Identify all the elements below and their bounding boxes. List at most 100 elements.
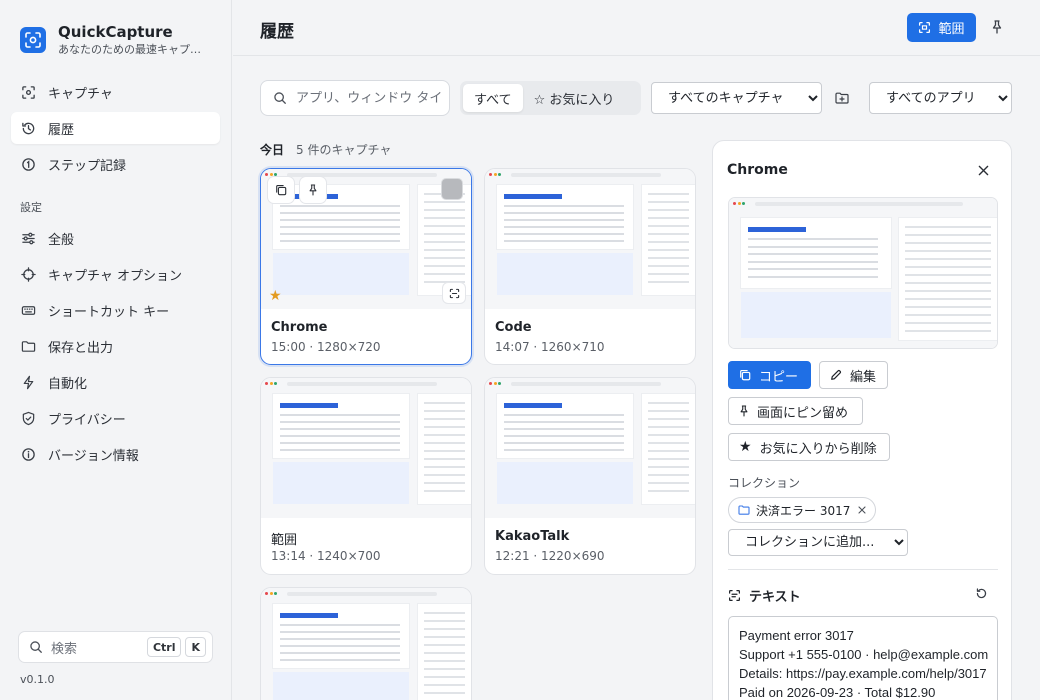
- capture-count: 5 件のキャプチャ: [296, 143, 392, 157]
- folder-plus-icon: [835, 92, 849, 104]
- range-button-label: 範囲: [938, 22, 965, 37]
- app-logo-icon: [20, 27, 46, 53]
- copy-label: コピー: [759, 369, 799, 385]
- select-checkbox[interactable]: [441, 178, 463, 200]
- refresh-text-button[interactable]: [973, 585, 989, 601]
- main-nav: キャプチャ 履歴 ステップ記録: [11, 76, 220, 184]
- nav-label: バージョン情報: [48, 448, 139, 464]
- capture-meta: 15:00 · 1280×720: [271, 340, 381, 354]
- edit-label: 編集: [850, 369, 877, 385]
- nav-label: ステップ記録: [48, 158, 127, 174]
- edit-button[interactable]: 編集: [819, 361, 888, 389]
- settings-section-label: 設定: [20, 201, 42, 214]
- crosshair-icon: [20, 266, 36, 282]
- pin-to-screen-button[interactable]: 画面にピン留め: [728, 397, 863, 425]
- capture-card[interactable]: Code 14:07 · 1260×710: [484, 168, 696, 365]
- version-label: v0.1.0: [20, 673, 55, 686]
- screenshot-preview: [485, 169, 695, 309]
- history-icon: [20, 120, 36, 136]
- nav-item-capture[interactable]: キャプチャ: [11, 76, 220, 108]
- nav-item-history[interactable]: 履歴: [11, 112, 220, 144]
- nav-item-privacy[interactable]: プライバシー: [11, 402, 220, 434]
- close-icon: [978, 165, 989, 176]
- sidebar-search[interactable]: 検索 Ctrl K: [18, 631, 213, 663]
- history-search-input[interactable]: [296, 90, 446, 106]
- nav-item-save-output[interactable]: 保存と出力: [11, 330, 220, 362]
- copy-button[interactable]: コピー: [728, 361, 811, 389]
- extracted-text-area[interactable]: Payment error 3017 Support +1 555-0100 ·…: [728, 616, 998, 700]
- capture-card[interactable]: ★ Chrome 15:00 · 1280×720: [260, 168, 472, 365]
- screenshot-preview: [261, 378, 471, 518]
- sidebar: QuickCapture あなたのための最速キャプ… キャプチャ 履歴 ステップ…: [0, 0, 232, 700]
- capture-card[interactable]: 範囲 13:14 · 1240×700: [260, 377, 472, 575]
- pin-button[interactable]: [300, 177, 326, 203]
- pin-icon: [991, 20, 1003, 34]
- capture-thumbnail: [261, 588, 471, 700]
- search-icon: [29, 640, 43, 654]
- pin-label: 画面にピン留め: [757, 405, 849, 421]
- favorites-filter: すべて ☆ お気に入り: [460, 81, 641, 115]
- capture-title: Code: [495, 320, 532, 335]
- nav-label: 履歴: [48, 122, 75, 138]
- nav-item-general[interactable]: 全般: [11, 222, 220, 254]
- search-icon: [273, 91, 287, 105]
- capture-type-select[interactable]: すべてのキャプチャ: [651, 82, 822, 114]
- nav-label: キャプチャ オプション: [48, 268, 183, 284]
- text-line: Paid on 2026-09-23 · Total $12.90: [739, 685, 936, 700]
- filter-all-tab[interactable]: すべて: [463, 84, 523, 112]
- capture-title: Chrome: [271, 320, 328, 335]
- nav-label: プライバシー: [48, 412, 126, 428]
- copy-icon: [739, 369, 751, 381]
- capture-card[interactable]: KakaoTalk 12:21 · 1220×690: [484, 377, 696, 575]
- pin-icon: [739, 405, 749, 417]
- steps-icon: [20, 156, 36, 172]
- close-button[interactable]: [975, 162, 991, 178]
- folder-icon: [20, 338, 36, 354]
- collection-folder-button[interactable]: [834, 91, 850, 105]
- text-scan-button[interactable]: [443, 283, 465, 303]
- nav-label: キャプチャ: [48, 86, 113, 102]
- nav-item-automation[interactable]: 自動化: [11, 366, 220, 398]
- settings-nav: 全般 キャプチャ オプション ショートカット キー 保存と出力 自動化 プライバ…: [11, 222, 220, 474]
- copy-icon: [275, 184, 287, 196]
- capture-title: 範囲: [271, 533, 298, 548]
- remove-favorite-button[interactable]: ★ お気に入りから削除: [728, 433, 890, 461]
- detail-preview: [728, 197, 998, 349]
- page-title: 履歴: [260, 22, 294, 42]
- nav-label: ショートカット キー: [48, 304, 170, 320]
- range-capture-button[interactable]: 範囲: [907, 13, 976, 42]
- app-name: QuickCapture: [58, 23, 173, 41]
- pin-window-button[interactable]: [988, 18, 1006, 36]
- nav-item-shortcuts[interactable]: ショートカット キー: [11, 294, 220, 326]
- copy-button[interactable]: [268, 177, 294, 203]
- capture-title: KakaoTalk: [495, 529, 570, 544]
- nav-item-capture-options[interactable]: キャプチャ オプション: [11, 258, 220, 290]
- shield-icon: [20, 410, 36, 426]
- add-to-collection-select[interactable]: コレクションに追加...: [728, 529, 908, 556]
- sidebar-search-label: 検索: [51, 641, 78, 657]
- page-header: 履歴 範囲: [233, 0, 1040, 56]
- capture-thumbnail: ★: [261, 169, 471, 309]
- nav-label: 全般: [48, 232, 75, 248]
- text-line: Support +1 555-0100 · help@example.com: [739, 647, 989, 662]
- remove-favorite-label: お気に入りから削除: [759, 441, 877, 457]
- filter-favorites-tab[interactable]: ☆ お気に入り: [523, 84, 626, 112]
- folder-icon: [738, 505, 750, 515]
- collection-chip[interactable]: 決済エラー 3017: [728, 497, 876, 523]
- nav-item-about[interactable]: バージョン情報: [11, 438, 220, 470]
- text-section-label: テキスト: [749, 590, 801, 605]
- nav-label: 保存と出力: [48, 340, 114, 356]
- capture-card[interactable]: [260, 587, 472, 700]
- screenshot-preview: [261, 588, 471, 700]
- text-section-title: テキスト: [728, 586, 801, 605]
- app-select[interactable]: すべてのアプリ: [869, 82, 1012, 114]
- pencil-icon: [830, 369, 842, 381]
- history-search[interactable]: [260, 80, 450, 116]
- capture-icon: [20, 84, 36, 100]
- nav-item-steps[interactable]: ステップ記録: [11, 148, 220, 180]
- scan-icon: [449, 288, 460, 299]
- divider: [728, 569, 998, 570]
- remove-collection-icon[interactable]: [858, 506, 866, 514]
- pin-icon: [308, 184, 318, 196]
- capture-meta: 14:07 · 1260×710: [495, 340, 605, 354]
